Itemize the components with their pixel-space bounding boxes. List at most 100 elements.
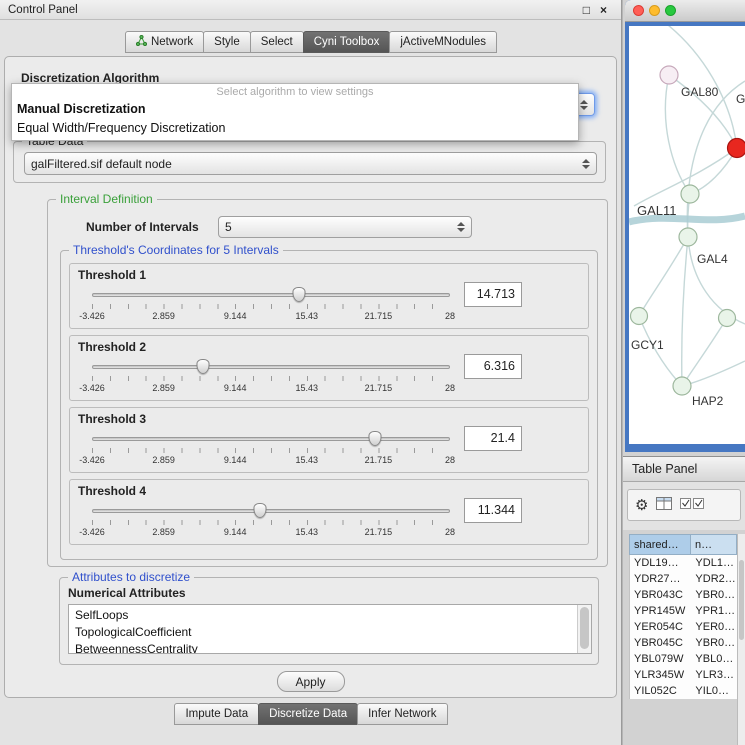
table-row[interactable]: YLR345WYLR3… bbox=[630, 667, 737, 683]
tab-discretize-data[interactable]: Discretize Data bbox=[258, 703, 358, 725]
node-gal11[interactable] bbox=[681, 185, 699, 203]
node-label-partial: GA bbox=[736, 92, 745, 106]
slider-track[interactable] bbox=[92, 365, 450, 369]
tab-select[interactable]: Select bbox=[250, 31, 304, 53]
threshold-1-slider[interactable]: -3.4262.8599.14415.4321.71528 bbox=[92, 286, 450, 324]
slider-thumb[interactable] bbox=[368, 431, 381, 446]
interval-definition-group-label: Interval Definition bbox=[56, 192, 157, 206]
attributes-group: Attributes to discretize Numerical Attri… bbox=[59, 577, 599, 665]
threshold-3-value-field[interactable]: 21.4 bbox=[464, 426, 522, 451]
slider-thumb[interactable] bbox=[292, 287, 305, 302]
threshold-1-value-field[interactable]: 14.713 bbox=[464, 282, 522, 307]
node-label-gcy1: GCY1 bbox=[631, 338, 664, 352]
node-unlabeled[interactable] bbox=[719, 310, 736, 327]
threshold-2-label: Threshold 2 bbox=[78, 340, 146, 354]
list-item[interactable]: BetweennessCentrality bbox=[69, 641, 591, 654]
combobox-stepper-icon bbox=[457, 222, 465, 232]
table-row[interactable]: YBL079WYBL0… bbox=[630, 651, 737, 667]
threshold-4-value-field[interactable]: 11.344 bbox=[464, 498, 522, 523]
thresholds-group-label: Threshold's Coordinates for 5 Intervals bbox=[69, 243, 283, 257]
tab-impute-data[interactable]: Impute Data bbox=[174, 703, 259, 725]
slider-track[interactable] bbox=[92, 293, 450, 297]
table-row[interactable]: YDR27…YDR2… bbox=[630, 571, 737, 587]
node-label-gal11: GAL11 bbox=[637, 203, 677, 218]
tab-label: Cyni Toolbox bbox=[314, 36, 380, 48]
tab-network[interactable]: Network bbox=[125, 31, 204, 53]
tab-label: Network bbox=[151, 36, 193, 48]
column-header-shared[interactable]: shared… bbox=[629, 534, 691, 555]
apply-button[interactable]: Apply bbox=[277, 671, 345, 692]
table-row[interactable]: YDL19…YDL1… bbox=[630, 555, 737, 571]
number-of-intervals-label: Number of Intervals bbox=[86, 220, 199, 234]
scrollbar-thumb[interactable] bbox=[739, 560, 744, 640]
scrollbar-thumb[interactable] bbox=[580, 607, 589, 649]
node-gcy1[interactable] bbox=[631, 308, 648, 325]
table-panel-title: Table Panel bbox=[632, 462, 697, 476]
table-row[interactable]: YBR045CYBR0… bbox=[630, 635, 737, 651]
tab-label: Infer Network bbox=[368, 708, 436, 720]
node-gal80[interactable] bbox=[660, 66, 678, 84]
slider-ticks bbox=[92, 304, 450, 309]
slider-thumb[interactable] bbox=[196, 359, 209, 374]
thresholds-group: Threshold's Coordinates for 5 Intervals … bbox=[60, 250, 598, 560]
column-header-name[interactable]: n… bbox=[691, 534, 737, 555]
slider-ticks bbox=[92, 520, 450, 525]
interval-definition-group: Interval Definition Number of Intervals … bbox=[47, 199, 608, 567]
table-body: YDL19…YDL1… YDR27…YDR2… YBR043CYBR0… YPR… bbox=[629, 555, 737, 699]
slider-track[interactable] bbox=[92, 437, 450, 441]
gear-icon[interactable]: ⚙ bbox=[635, 498, 648, 513]
minimize-icon[interactable]: □ bbox=[583, 3, 590, 17]
threshold-4-slider[interactable]: -3.4262.8599.14415.4321.71528 bbox=[92, 502, 450, 540]
node-selected-red[interactable] bbox=[728, 139, 745, 158]
slider-scale: -3.4262.8599.14415.4321.71528 bbox=[92, 383, 450, 394]
table-row[interactable]: YIL052CYIL0… bbox=[630, 683, 737, 699]
list-scrollbar[interactable] bbox=[577, 605, 591, 653]
table-row[interactable]: YBR043CYBR0… bbox=[630, 587, 737, 603]
close-traffic-light-icon[interactable] bbox=[633, 5, 644, 16]
dropdown-placeholder: Select algorithm to view settings bbox=[12, 84, 578, 100]
threshold-3-slider[interactable]: -3.4262.8599.14415.4321.71528 bbox=[92, 430, 450, 468]
slider-thumb[interactable] bbox=[254, 503, 267, 518]
tab-cyni-toolbox[interactable]: Cyni Toolbox bbox=[303, 31, 391, 53]
threshold-2-panel: Threshold 2 -3.4262.8599.14415.4321.7152… bbox=[69, 335, 589, 401]
table-data-combobox[interactable]: galFiltered.sif default node bbox=[24, 152, 597, 175]
zoom-traffic-light-icon[interactable] bbox=[665, 5, 676, 16]
network-view-window: GAL80 GAL11 GAL4 GCY1 HAP2 GA bbox=[625, 0, 745, 452]
minimize-traffic-light-icon[interactable] bbox=[649, 5, 660, 16]
threshold-2-value-field[interactable]: 6.316 bbox=[464, 354, 522, 379]
node-label-gal4: GAL4 bbox=[697, 252, 728, 266]
number-of-intervals-combobox[interactable]: 5 bbox=[218, 216, 472, 238]
slider-track[interactable] bbox=[92, 509, 450, 513]
tab-label: Discretize Data bbox=[269, 708, 347, 720]
tab-infer-network[interactable]: Infer Network bbox=[357, 703, 447, 725]
network-tab-icon bbox=[136, 35, 147, 49]
node-label-gal80: GAL80 bbox=[681, 85, 719, 99]
tab-style[interactable]: Style bbox=[203, 31, 251, 53]
threshold-2-slider[interactable]: -3.4262.8599.14415.4321.71528 bbox=[92, 358, 450, 396]
table-row[interactable]: YER054CYER0… bbox=[630, 619, 737, 635]
table-row[interactable]: YPR145WYPR1… bbox=[630, 603, 737, 619]
dropdown-option-manual-discretization[interactable]: Manual Discretization bbox=[12, 100, 578, 119]
bottom-tabbar: Impute Data Discretize Data Infer Networ… bbox=[0, 703, 621, 725]
close-icon[interactable]: × bbox=[600, 3, 607, 17]
number-of-intervals-value: 5 bbox=[225, 220, 232, 234]
numerical-attributes-list[interactable]: SelfLoops TopologicalCoefficient Between… bbox=[68, 604, 592, 654]
network-graph: GAL80 GAL11 GAL4 GCY1 HAP2 GA bbox=[629, 26, 745, 444]
threshold-4-label: Threshold 4 bbox=[78, 484, 146, 498]
table-scrollbar[interactable] bbox=[737, 534, 745, 745]
tab-label: Impute Data bbox=[185, 708, 248, 720]
node-gal4[interactable] bbox=[679, 228, 697, 246]
list-item[interactable]: TopologicalCoefficient bbox=[69, 624, 591, 641]
checkbox-icons[interactable] bbox=[680, 498, 704, 512]
dropdown-option-equal-width-frequency[interactable]: Equal Width/Frequency Discretization bbox=[12, 119, 578, 138]
threshold-4-panel: Threshold 4 -3.4262.8599.14415.4321.7152… bbox=[69, 479, 589, 545]
column-settings-icon[interactable] bbox=[656, 497, 672, 513]
slider-ticks bbox=[92, 448, 450, 453]
node-label-hap2: HAP2 bbox=[692, 394, 724, 408]
tab-label: Style bbox=[214, 36, 240, 48]
list-item[interactable]: SelfLoops bbox=[69, 607, 591, 624]
node-hap2[interactable] bbox=[673, 377, 691, 395]
network-canvas[interactable]: GAL80 GAL11 GAL4 GCY1 HAP2 GA bbox=[629, 26, 745, 444]
tab-jactivemnodules[interactable]: jActiveMNodules bbox=[389, 31, 497, 53]
control-panel-tabbar: Network Style Select Cyni Toolbox jActiv… bbox=[0, 31, 621, 53]
